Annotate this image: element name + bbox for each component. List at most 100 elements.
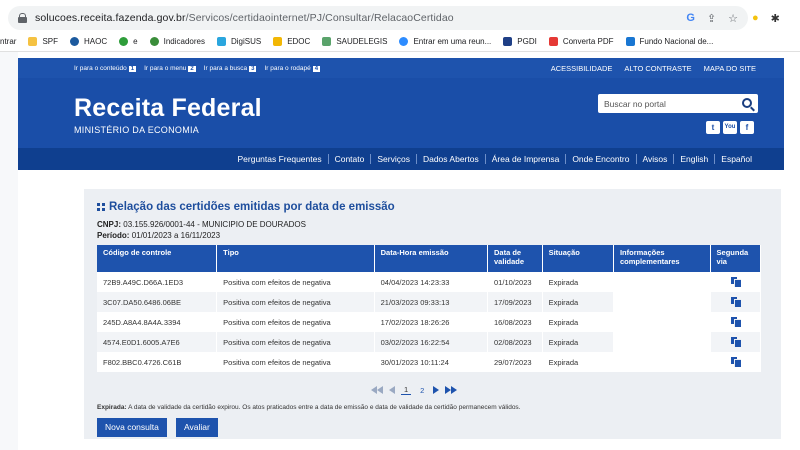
copy-icon[interactable]	[730, 296, 741, 307]
evaluate-button[interactable]: Avaliar	[176, 418, 218, 437]
menu-contato[interactable]: Contato	[327, 154, 371, 164]
bookmark-1[interactable]: SPF	[28, 37, 58, 46]
menu-onde-encontro[interactable]: Onde Encontro	[565, 154, 635, 164]
col-tipo: Tipo	[216, 245, 375, 272]
bookmark-8[interactable]: Entrar em uma reun...	[399, 37, 491, 46]
copy-icon[interactable]	[730, 336, 741, 347]
search-icon[interactable]	[742, 98, 752, 108]
bookmarks-bar: ntrar SPF HAOC e Indicadores DigiSUS EDO…	[0, 32, 800, 52]
menu-espanol[interactable]: Español	[714, 154, 758, 164]
cell-emissao: 03/02/2023 16:22:54	[374, 332, 489, 352]
facebook-icon[interactable]: f	[740, 121, 754, 134]
circle-icon	[119, 37, 129, 46]
copy-icon[interactable]	[730, 356, 741, 367]
cell-validade: 17/09/2023	[487, 292, 543, 312]
cell-codigo: 72B9.A49C.D66A.1ED3	[97, 272, 218, 292]
copy-icon[interactable]	[730, 316, 741, 327]
social-links: t You f	[706, 121, 754, 134]
cell-segunda-via	[710, 272, 762, 292]
cell-codigo: 4574.E0D1.6005.A7E6	[97, 332, 218, 352]
page-2[interactable]: 2	[417, 386, 427, 395]
site-subtitle: MINISTÉRIO DA ECONOMIA	[74, 125, 200, 135]
cell-info	[613, 352, 711, 372]
share-icon[interactable]: ⇪	[707, 12, 716, 25]
cell-info	[613, 272, 711, 292]
cell-validade: 29/07/2023	[487, 352, 543, 372]
grid-icon	[97, 203, 105, 211]
expired-note: Expirada: A data de validade da certidão…	[97, 404, 521, 411]
high-contrast-link[interactable]: ALTO CONTRASTE	[624, 64, 691, 73]
puzzle-icon[interactable]: ✱	[771, 12, 780, 25]
youtube-icon[interactable]: You	[723, 121, 737, 134]
cell-situacao: Expirada	[542, 332, 614, 352]
col-situacao: Situação	[542, 245, 614, 272]
skip-link-content[interactable]: Ir para o conteúdo 1	[74, 65, 137, 72]
globe-icon	[70, 37, 80, 46]
bookmark-3[interactable]: e	[119, 37, 138, 46]
prev-page-icon[interactable]	[389, 386, 395, 394]
cell-segunda-via	[710, 332, 762, 352]
bookmark-0[interactable]: ntrar	[0, 37, 16, 46]
skip-link-footer[interactable]: Ir para o rodapé 4	[264, 65, 321, 72]
col-emissao: Data-Hora emissão	[374, 245, 489, 272]
col-codigo: Código de controle	[97, 245, 218, 272]
menu-avisos[interactable]: Avisos	[635, 154, 674, 164]
cell-codigo: 3C07.DA50.6486.06BE	[97, 292, 218, 312]
menu-faq[interactable]: Perguntas Frequentes	[231, 154, 327, 164]
search-input[interactable]	[598, 98, 728, 109]
arrow-icon	[625, 37, 635, 46]
skip-link-menu[interactable]: Ir para o menu 2	[144, 65, 196, 72]
menu-english[interactable]: English	[673, 154, 714, 164]
twitter-icon[interactable]: t	[706, 121, 720, 134]
cell-tipo: Positiva com efeitos de negativa	[216, 292, 375, 312]
site-map-link[interactable]: MAPA DO SITE	[704, 64, 756, 73]
cell-situacao: Expirada	[542, 292, 614, 312]
bookmark-10[interactable]: Converta PDF	[548, 37, 614, 46]
bookmark-11[interactable]: Fundo Nacional de...	[625, 37, 713, 46]
bookmark-4[interactable]: Indicadores	[149, 37, 205, 46]
cell-validade: 02/08/2023	[487, 332, 543, 352]
certificates-panel: Relação das certidões emitidas por data …	[84, 189, 781, 439]
new-query-button[interactable]: Nova consulta	[97, 418, 167, 437]
extension-icon[interactable]: ●	[752, 12, 759, 24]
accessibility-bar: Ir para o conteúdo 1 Ir para o menu 2 Ir p…	[18, 58, 784, 78]
lock-icon[interactable]	[18, 13, 27, 23]
url-text: solucoes.receita.fazenda.gov.br/Servicos…	[35, 12, 454, 24]
google-icon[interactable]: G	[686, 12, 695, 24]
menu-servicos[interactable]: Serviços	[370, 154, 416, 164]
cell-validade: 01/10/2023	[487, 272, 543, 292]
bookmark-5[interactable]: DigiSUS	[216, 37, 261, 46]
url-field[interactable]: solucoes.receita.fazenda.gov.br/Servicos…	[8, 6, 748, 30]
skip-link-search[interactable]: Ir para a busca 3	[204, 65, 257, 72]
table-row: 72B9.A49C.D66A.1ED3 Positiva com efeitos…	[97, 272, 762, 292]
next-page-icon[interactable]	[433, 386, 440, 394]
trophy-icon	[503, 37, 513, 46]
search-box	[598, 94, 758, 113]
cell-emissao: 17/02/2023 18:26:26	[374, 312, 489, 332]
table-row: 245D.A8A4.8A4A.3394 Positiva com efeitos…	[97, 312, 762, 332]
cell-validade: 16/08/2023	[487, 312, 543, 332]
menu-dados-abertos[interactable]: Dados Abertos	[415, 154, 485, 164]
cell-segunda-via	[710, 292, 762, 312]
bookmark-6[interactable]: EDOC	[273, 37, 310, 46]
bookmark-2[interactable]: HAOC	[70, 37, 107, 46]
copy-icon[interactable]	[730, 276, 741, 287]
table-row: 3C07.DA50.6486.06BE Positiva com efeitos…	[97, 292, 762, 312]
menu-imprensa[interactable]: Área de Imprensa	[484, 154, 566, 164]
certificates-table: Código de controle Tipo Data-Hora emissã…	[97, 245, 762, 372]
cell-codigo: F802.BBC0.4726.C61B	[97, 352, 218, 372]
cell-tipo: Positiva com efeitos de negativa	[216, 312, 375, 332]
site-title[interactable]: Receita Federal	[74, 94, 262, 123]
cell-info	[613, 312, 711, 332]
bookmark-7[interactable]: SAUDELEGIS	[322, 37, 387, 46]
bookmark-9[interactable]: PGDI	[503, 37, 537, 46]
cell-emissao: 04/04/2023 14:23:33	[374, 272, 489, 292]
page-1[interactable]: 1	[401, 385, 412, 395]
site-header: Receita Federal MINISTÉRIO DA ECONOMIA t…	[18, 78, 784, 148]
last-page-icon[interactable]	[445, 386, 458, 394]
star-icon[interactable]: ☆	[728, 12, 738, 25]
first-page-icon[interactable]	[371, 386, 383, 394]
page-title: Relação das certidões emitidas por data …	[97, 201, 395, 213]
accessibility-link[interactable]: ACESSIBILIDADE	[551, 64, 613, 73]
cell-info	[613, 292, 711, 312]
